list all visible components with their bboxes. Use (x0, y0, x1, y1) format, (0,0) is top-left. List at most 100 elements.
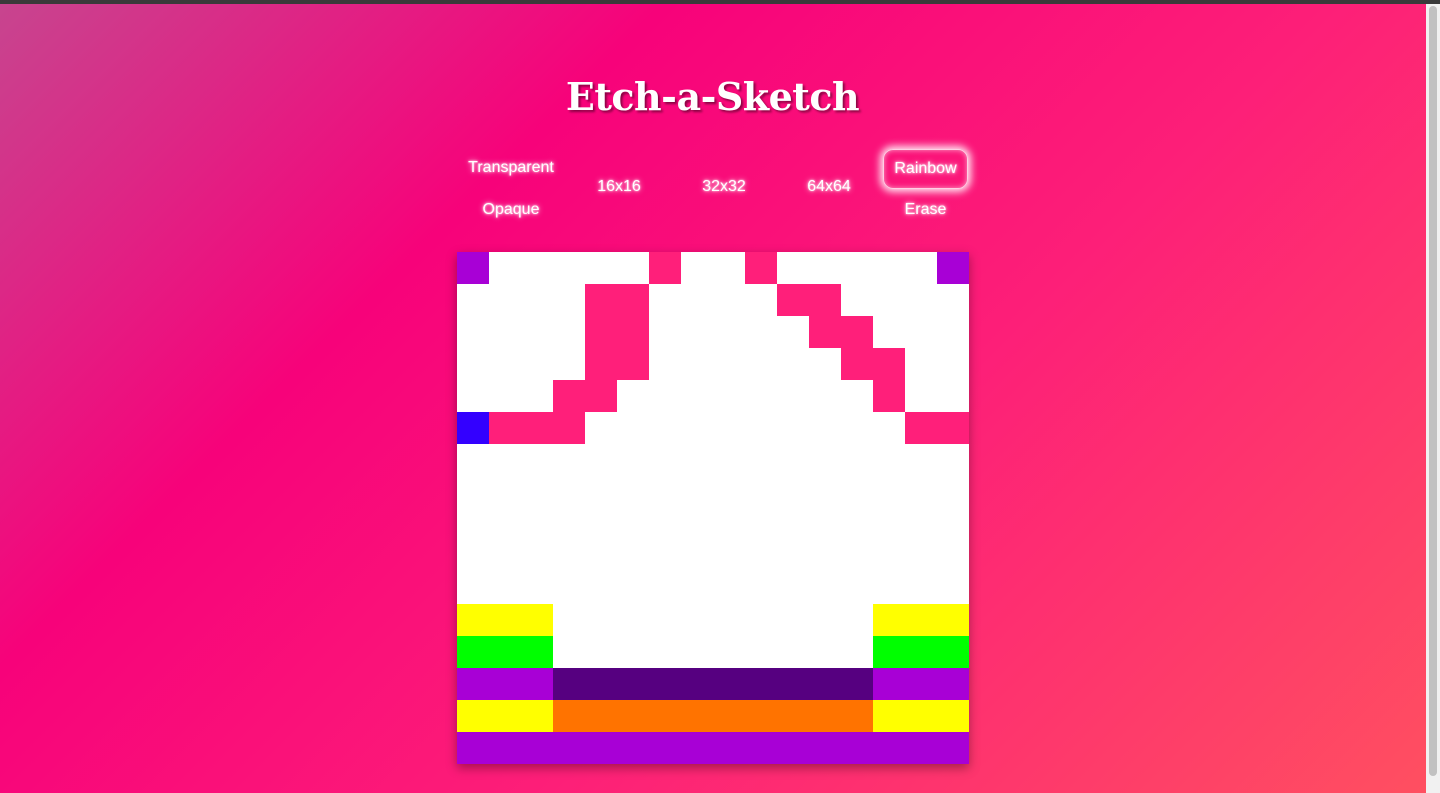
grid-cell[interactable] (681, 444, 713, 476)
grid-cell[interactable] (457, 668, 489, 700)
grid-cell[interactable] (873, 412, 905, 444)
grid-cell[interactable] (905, 636, 937, 668)
grid-cell[interactable] (713, 380, 745, 412)
grid-cell[interactable] (585, 540, 617, 572)
grid-cell[interactable] (905, 572, 937, 604)
grid-cell[interactable] (873, 348, 905, 380)
grid-cell[interactable] (553, 572, 585, 604)
grid-cell[interactable] (841, 700, 873, 732)
grid-cell[interactable] (745, 732, 777, 764)
grid-cell[interactable] (713, 540, 745, 572)
grid-cell[interactable] (681, 604, 713, 636)
grid-cell[interactable] (905, 668, 937, 700)
grid-cell[interactable] (489, 348, 521, 380)
grid-cell[interactable] (521, 476, 553, 508)
grid-cell[interactable] (937, 252, 969, 284)
grid-cell[interactable] (809, 732, 841, 764)
grid-cell[interactable] (777, 348, 809, 380)
grid-16x16-button[interactable]: 16x16 (584, 169, 654, 205)
grid-cell[interactable] (489, 380, 521, 412)
grid-cell[interactable] (617, 252, 649, 284)
grid-cell[interactable] (521, 252, 553, 284)
grid-cell[interactable] (841, 252, 873, 284)
grid-cell[interactable] (745, 636, 777, 668)
grid-cell[interactable] (713, 348, 745, 380)
grid-cell[interactable] (937, 572, 969, 604)
grid-cell[interactable] (937, 732, 969, 764)
grid-cell[interactable] (585, 572, 617, 604)
grid-cell[interactable] (841, 732, 873, 764)
grid-cell[interactable] (713, 572, 745, 604)
grid-cell[interactable] (777, 540, 809, 572)
grid-cell[interactable] (681, 668, 713, 700)
grid-cell[interactable] (809, 412, 841, 444)
grid-cell[interactable] (649, 572, 681, 604)
grid-cell[interactable] (489, 732, 521, 764)
grid-cell[interactable] (745, 252, 777, 284)
grid-cell[interactable] (777, 668, 809, 700)
grid-cell[interactable] (681, 700, 713, 732)
grid-cell[interactable] (457, 636, 489, 668)
grid-cell[interactable] (809, 604, 841, 636)
grid-cell[interactable] (777, 284, 809, 316)
grid-cell[interactable] (905, 508, 937, 540)
grid-cell[interactable] (457, 700, 489, 732)
grid-cell[interactable] (841, 476, 873, 508)
grid-cell[interactable] (457, 476, 489, 508)
grid-cell[interactable] (777, 508, 809, 540)
grid-cell[interactable] (489, 284, 521, 316)
grid-cell[interactable] (745, 316, 777, 348)
grid-cell[interactable] (809, 508, 841, 540)
grid-cell[interactable] (745, 700, 777, 732)
grid-cell[interactable] (521, 604, 553, 636)
grid-cell[interactable] (905, 348, 937, 380)
grid-cell[interactable] (841, 604, 873, 636)
grid-cell[interactable] (553, 444, 585, 476)
grid-cell[interactable] (681, 412, 713, 444)
grid-cell[interactable] (937, 412, 969, 444)
grid-cell[interactable] (681, 636, 713, 668)
grid-cell[interactable] (521, 348, 553, 380)
grid-cell[interactable] (937, 700, 969, 732)
grid-cell[interactable] (681, 380, 713, 412)
grid-cell[interactable] (553, 732, 585, 764)
grid-cell[interactable] (649, 380, 681, 412)
grid-cell[interactable] (841, 412, 873, 444)
grid-cell[interactable] (841, 348, 873, 380)
grid-cell[interactable] (585, 316, 617, 348)
grid-cell[interactable] (521, 636, 553, 668)
grid-cell[interactable] (713, 508, 745, 540)
grid-cell[interactable] (777, 444, 809, 476)
grid-cell[interactable] (489, 412, 521, 444)
grid-cell[interactable] (553, 348, 585, 380)
grid-cell[interactable] (617, 380, 649, 412)
scrollbar-thumb[interactable] (1429, 6, 1437, 776)
grid-cell[interactable] (585, 508, 617, 540)
grid-cell[interactable] (873, 380, 905, 412)
transparent-button[interactable]: Transparent (462, 150, 560, 186)
grid-cell[interactable] (617, 508, 649, 540)
grid-cell[interactable] (745, 412, 777, 444)
grid-cell[interactable] (457, 604, 489, 636)
grid-cell[interactable] (617, 316, 649, 348)
grid-cell[interactable] (617, 572, 649, 604)
grid-cell[interactable] (617, 348, 649, 380)
grid-cell[interactable] (937, 508, 969, 540)
grid-cell[interactable] (873, 636, 905, 668)
grid-cell[interactable] (905, 284, 937, 316)
vertical-scrollbar[interactable] (1426, 4, 1440, 793)
grid-cell[interactable] (777, 700, 809, 732)
grid-cell[interactable] (713, 284, 745, 316)
grid-cell[interactable] (713, 668, 745, 700)
grid-cell[interactable] (521, 508, 553, 540)
grid-32x32-button[interactable]: 32x32 (689, 169, 759, 205)
grid-cell[interactable] (553, 636, 585, 668)
grid-cell[interactable] (809, 348, 841, 380)
grid-cell[interactable] (649, 732, 681, 764)
grid-cell[interactable] (681, 572, 713, 604)
grid-cell[interactable] (777, 732, 809, 764)
grid-cell[interactable] (713, 444, 745, 476)
grid-cell[interactable] (649, 412, 681, 444)
grid-cell[interactable] (489, 476, 521, 508)
grid-cell[interactable] (713, 476, 745, 508)
